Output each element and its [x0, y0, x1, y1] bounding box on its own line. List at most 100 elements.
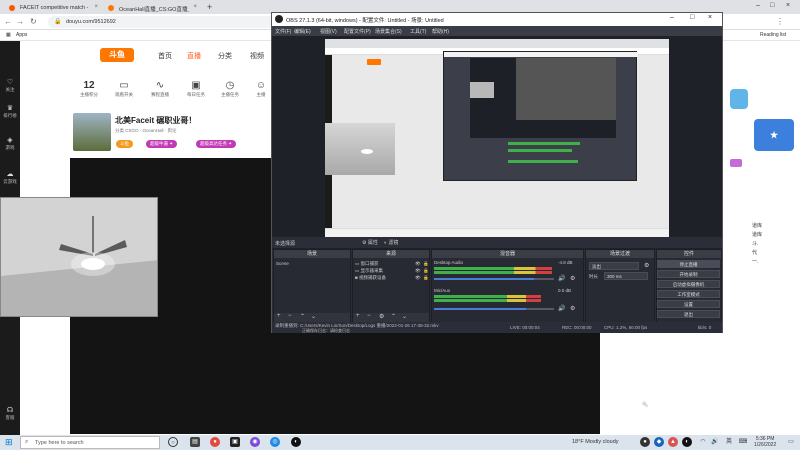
eye-icon[interactable]: 👁 [415, 261, 421, 267]
eye-icon[interactable]: 👁 [415, 275, 421, 281]
weather-widget[interactable]: 18°F Mostly cloudy [572, 439, 619, 445]
promo-banner[interactable]: ★ [754, 119, 794, 151]
filters-button[interactable]: ◐ 滤镜 [384, 239, 398, 246]
menu-help[interactable]: 帮助(H) [432, 28, 449, 35]
stat-schedule[interactable]: ∿ 赛程直播 [147, 80, 173, 98]
desktop-audio-volume-slider[interactable] [434, 278, 554, 280]
move-down-icon[interactable]: ⌄ [402, 313, 407, 320]
move-up-icon[interactable]: ⌃ [300, 313, 305, 320]
streamer-avatar[interactable] [73, 113, 111, 151]
obs-preview[interactable] [272, 36, 722, 249]
minimize-icon[interactable]: – [756, 2, 760, 9]
taskbar-app-icon[interactable]: ▤ [190, 437, 200, 447]
menu-dots-icon[interactable]: ⋮ [776, 17, 784, 26]
source-settings-icon[interactable]: ⚙ [379, 313, 384, 320]
rail-games[interactable]: ◈ 游戏 [0, 137, 20, 151]
badge-task-1[interactable]: 超级牛逼 ✦ [146, 140, 178, 148]
back-icon[interactable]: ← [4, 17, 12, 26]
close-window-icon[interactable]: × [708, 14, 712, 21]
new-tab-icon[interactable]: + [207, 2, 212, 12]
menu-scene-collection[interactable]: 场景集合(S) [375, 28, 402, 35]
gear-icon[interactable]: ⚙ [570, 305, 575, 312]
maximize-icon[interactable]: □ [690, 14, 694, 21]
tray-icon-3[interactable]: ▲ [668, 437, 678, 447]
forward-icon[interactable]: → [16, 17, 24, 26]
source-item[interactable]: ▭ 显示器采集 👁 🔒 [355, 268, 429, 274]
close-window-icon[interactable]: × [786, 2, 790, 9]
add-source-icon[interactable]: + [356, 313, 360, 319]
eye-icon[interactable]: 👁 [415, 268, 421, 274]
tray-obs-icon[interactable]: ◐ [682, 437, 692, 447]
task-view-icon[interactable]: ○ [168, 437, 178, 447]
tab-douyu-1[interactable]: OceanHall直播_CS:GO直播_斗鱼直播 × [103, 2, 201, 14]
gear-icon[interactable]: ⚙ [570, 275, 575, 282]
tray-icon-2[interactable]: ◆ [654, 437, 664, 447]
windows-start-icon[interactable]: ⊞ [5, 437, 13, 448]
close-tab-icon[interactable]: × [193, 4, 197, 10]
move-down-icon[interactable]: ⌄ [311, 313, 316, 320]
volume-icon[interactable]: 🔊 [710, 437, 720, 447]
obs-taskbar-icon[interactable]: ◐ [291, 437, 301, 447]
steam-icon[interactable]: ◎ [270, 437, 280, 447]
speaker-icon[interactable]: 🔊 [558, 275, 565, 282]
exit-button[interactable]: 退出 [657, 310, 720, 318]
wifi-icon[interactable]: ◠ [698, 437, 708, 447]
stat-watch[interactable]: ▭ 观看开关 [111, 80, 137, 98]
bookmark-apps[interactable]: Apps [16, 32, 27, 38]
settings-button[interactable]: 设置 [657, 300, 720, 308]
language-icon[interactable]: 英 [724, 437, 734, 447]
menu-view[interactable]: 视图(V) [320, 28, 337, 35]
speaker-icon[interactable]: 🔊 [558, 305, 565, 312]
source-item[interactable]: ◙ 视频捕获设备 👁 🔒 [355, 275, 429, 281]
close-tab-icon[interactable]: × [94, 4, 98, 10]
tab-faceit[interactable]: FACEIT competitive match - FACEIT × [4, 2, 102, 14]
stop-streaming-button[interactable]: 停止直播 [657, 260, 720, 268]
message-icon[interactable] [730, 159, 742, 167]
properties-button[interactable]: ⚙ 属性 [362, 239, 378, 246]
lock-icon[interactable]: 🔒 [423, 261, 429, 267]
rail-support[interactable]: ☊ 客服 [0, 407, 20, 421]
mic-volume-slider[interactable] [434, 308, 554, 310]
taskbar-app-icon-2[interactable]: ◉ [250, 437, 260, 447]
nav-home[interactable]: 首页 [158, 51, 172, 61]
stat-daily-tasks[interactable]: ▣ 每日任务 [183, 80, 209, 98]
menu-profile[interactable]: 配置文件(P) [344, 28, 371, 35]
reading-list-button[interactable]: Reading list [760, 32, 786, 38]
nav-live[interactable]: 直播 [187, 51, 201, 61]
tray-icon[interactable]: ● [640, 437, 650, 447]
gear-icon[interactable]: ⚙ [644, 262, 649, 269]
menu-edit[interactable]: 编辑(E) [294, 28, 311, 35]
rail-ranking[interactable]: ♛ 排行榜 [0, 105, 20, 119]
studio-mode-button[interactable]: 工作室模式 [657, 290, 720, 298]
taskbar-search-input[interactable]: ⌕ Type here to search [20, 436, 160, 449]
stat-streamer-tasks[interactable]: ◷ 主播任务 [217, 80, 243, 98]
maximize-icon[interactable]: □ [770, 2, 774, 9]
remove-scene-icon[interactable]: − [288, 313, 292, 319]
badge-task-2[interactable]: 超级高达任务 ✦ [196, 140, 237, 148]
start-recording-button[interactable]: 开始录制 [657, 270, 720, 278]
input-icon[interactable]: ⌨ [738, 437, 748, 447]
stat-streamer[interactable]: ☺ 主播 [252, 80, 270, 98]
source-item[interactable]: ▭ 窗口捕获 👁 🔒 [355, 261, 429, 267]
taskbar-clock[interactable]: 5:36 PM 1/26/2022 [754, 436, 776, 448]
rail-follow[interactable]: ♡ 关注 [0, 79, 20, 93]
nav-categories[interactable]: 分类 [218, 51, 232, 61]
scene-item[interactable]: Scene [276, 261, 289, 266]
chrome-icon[interactable]: ● [210, 437, 220, 447]
add-scene-icon[interactable]: + [277, 313, 281, 319]
virtual-camera-button[interactable]: 启动虚拟摄像机 [657, 280, 720, 288]
terminal-icon[interactable]: ▣ [230, 437, 240, 447]
douyu-logo[interactable]: 斗鱼 [100, 48, 134, 62]
stat-points[interactable]: 12 主播积分 [78, 80, 100, 98]
minimize-icon[interactable]: – [670, 14, 674, 21]
menu-tools[interactable]: 工具(T) [410, 28, 426, 35]
lock-icon[interactable]: 🔒 [423, 268, 429, 274]
duration-input[interactable]: 300 ms [604, 272, 648, 280]
nav-videos[interactable]: 视频 [250, 51, 264, 61]
notification-icon[interactable]: ▭ [786, 437, 796, 447]
remove-source-icon[interactable]: − [367, 313, 371, 319]
lock-icon[interactable]: 🔒 [423, 275, 429, 281]
move-up-icon[interactable]: ⌃ [391, 313, 396, 320]
promo-mascot-icon[interactable] [730, 89, 748, 109]
menu-file[interactable]: 文件(F) [275, 28, 291, 35]
